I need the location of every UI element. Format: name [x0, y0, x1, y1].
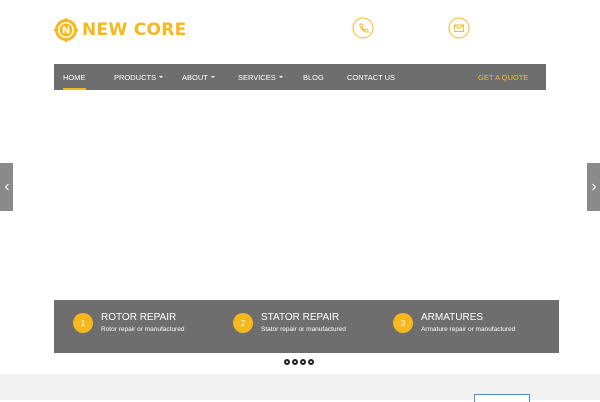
- nav-item-label: SERVICES: [238, 72, 276, 82]
- mail-icon[interactable]: [448, 17, 470, 39]
- nav-item-services[interactable]: SERVICES: [238, 64, 283, 90]
- slider-prev-button[interactable]: [0, 163, 13, 211]
- nav-item-label: ABOUT: [182, 72, 208, 82]
- nav-item-label: HOME: [63, 72, 86, 82]
- feature-title: STATOR REPAIR: [261, 312, 340, 323]
- caret-down-icon: [210, 76, 215, 78]
- nav-item-products[interactable]: PRODUCTS: [114, 64, 164, 90]
- feature-title: ARMATURES: [421, 312, 484, 323]
- feature-strip: 1 ROTOR REPAIR Rotor repair or manufactu…: [54, 300, 559, 353]
- main-navbar: HOME PRODUCTS ABOUT SERVICES BLOG CONTAC…: [54, 64, 546, 90]
- pager-dot[interactable]: [308, 359, 314, 365]
- feature-number-badge: 1: [73, 313, 93, 333]
- get-a-quote-link[interactable]: GET A QUOTE: [478, 64, 528, 90]
- pager-dot[interactable]: [300, 359, 306, 365]
- pager-dot[interactable]: [292, 359, 298, 365]
- nav-item-label: BLOG: [303, 72, 324, 82]
- nav-item-home[interactable]: HOME: [63, 64, 86, 90]
- feature-description: Armature repair or manufactured: [421, 326, 516, 333]
- logo[interactable]: N NEW CORE: [54, 17, 187, 43]
- slider-next-button[interactable]: [587, 163, 600, 211]
- feature-description: Rotor repair or manufactured: [101, 326, 185, 333]
- logo-badge-icon: N: [54, 18, 78, 42]
- nav-item-blog[interactable]: BLOG: [303, 64, 324, 90]
- feature-description: Stator repair or manufactured: [261, 326, 346, 333]
- slider-pagination: [284, 359, 314, 365]
- section-button[interactable]: [474, 394, 530, 402]
- nav-item-about[interactable]: ABOUT: [182, 64, 215, 90]
- nav-item-label: PRODUCTS: [114, 72, 157, 82]
- chevron-right-icon: [591, 183, 596, 191]
- feature-number-badge: 3: [393, 313, 413, 333]
- chevron-left-icon: [4, 183, 9, 191]
- caret-down-icon: [278, 76, 283, 78]
- caret-down-icon: [159, 76, 164, 78]
- nav-item-contact-us[interactable]: CONTACT US: [347, 64, 395, 90]
- phone-icon[interactable]: [352, 17, 374, 39]
- feature-number-badge: 2: [233, 313, 253, 333]
- logo-text: NEW CORE: [82, 20, 187, 40]
- logo-badge-letter: N: [62, 26, 70, 37]
- pager-dot[interactable]: [284, 359, 290, 365]
- nav-item-label: CONTACT US: [347, 72, 396, 82]
- feature-title: ROTOR REPAIR: [101, 312, 177, 323]
